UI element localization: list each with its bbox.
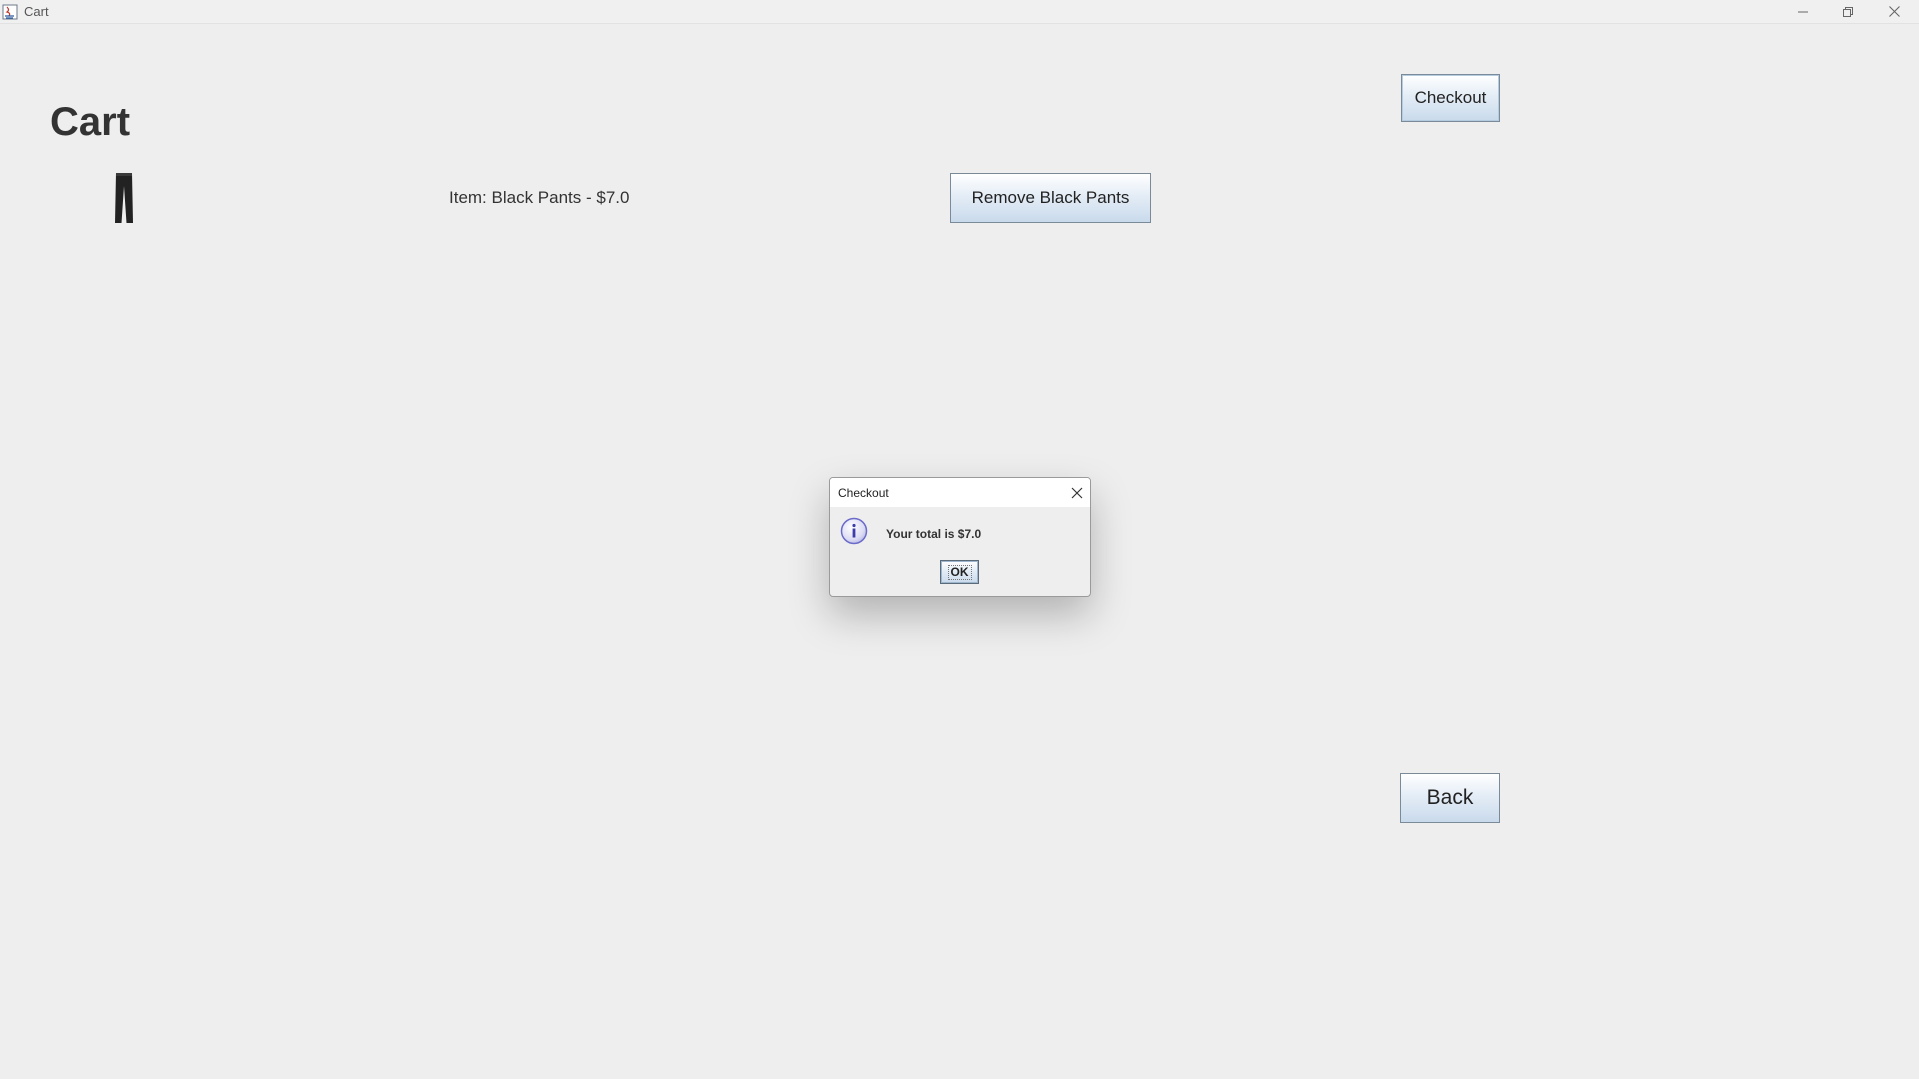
close-icon xyxy=(1888,6,1900,17)
dialog-titlebar: Checkout xyxy=(830,478,1090,507)
java-app-icon xyxy=(2,4,18,20)
cart-item-label: Item: Black Pants - $7.0 xyxy=(449,188,630,207)
minimize-icon xyxy=(1798,11,1808,12)
page-title: Cart xyxy=(50,100,131,144)
close-button[interactable] xyxy=(1872,0,1916,23)
back-button[interactable]: Back xyxy=(1400,773,1500,823)
ok-button-label: OK xyxy=(947,564,972,580)
maximize-button[interactable] xyxy=(1826,0,1870,23)
checkout-button[interactable]: Checkout xyxy=(1401,74,1500,122)
remove-item-button[interactable]: Remove Black Pants xyxy=(950,173,1151,223)
checkout-dialog: Checkout Your total is $7.0 OK xyxy=(829,477,1091,597)
info-icon xyxy=(840,517,868,545)
maximize-icon xyxy=(1843,6,1853,17)
ok-button[interactable]: OK xyxy=(940,560,979,584)
window-titlebar: Cart xyxy=(0,0,1919,24)
pants-icon xyxy=(115,173,133,223)
dialog-message: Your total is $7.0 xyxy=(886,527,982,541)
dialog-title: Checkout xyxy=(838,486,889,500)
dialog-close-icon[interactable] xyxy=(1070,486,1084,500)
window-title: Cart xyxy=(24,4,49,19)
minimize-button[interactable] xyxy=(1781,0,1825,23)
